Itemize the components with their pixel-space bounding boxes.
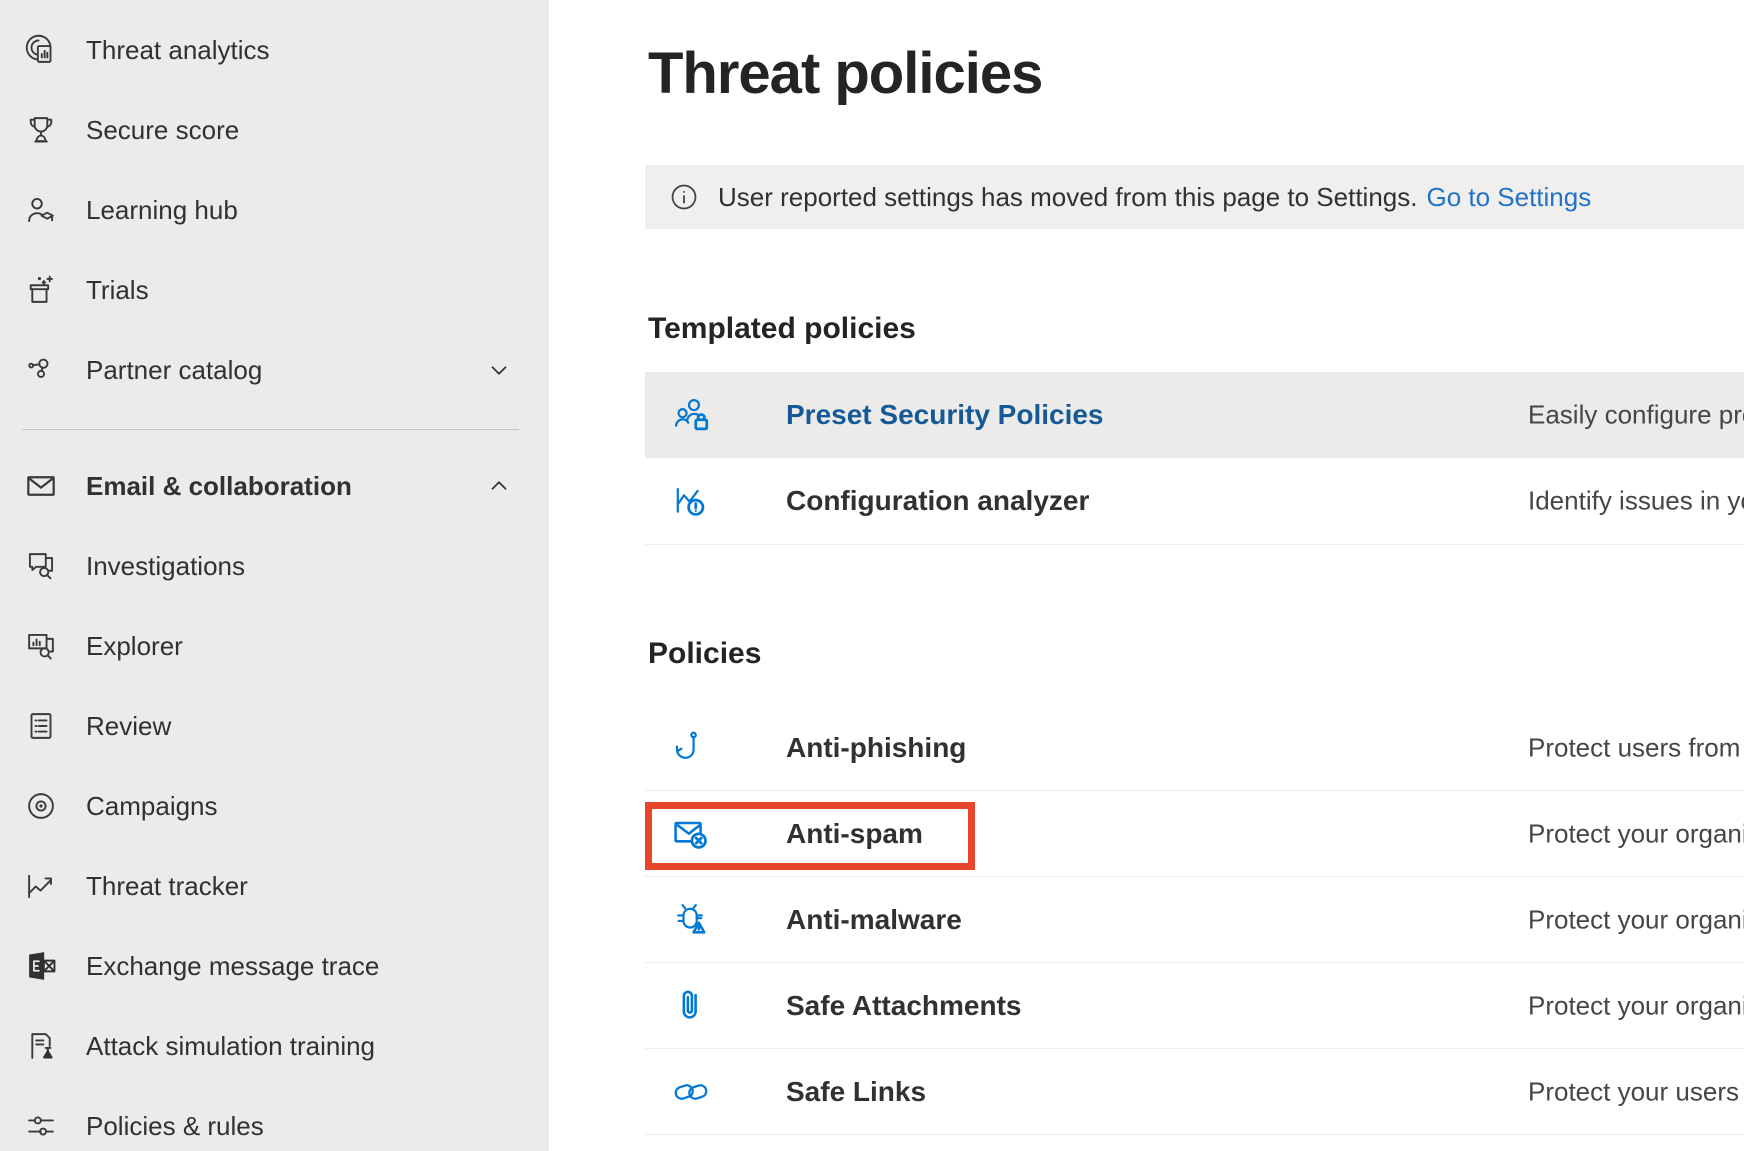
sidebar-item-partner-catalog[interactable]: Partner catalog xyxy=(0,330,549,410)
section-heading-policies: Policies xyxy=(648,637,761,671)
info-banner: User reported settings has moved from th… xyxy=(645,165,1744,229)
learning-hub-icon xyxy=(22,191,60,229)
section-heading-templated-policies: Templated policies xyxy=(648,312,916,346)
row-description: Protect your organiz xyxy=(1528,904,1744,935)
email-collaboration-icon xyxy=(22,467,60,505)
row-label[interactable]: Configuration analyzer xyxy=(786,485,1089,517)
attack-simulation-training-icon xyxy=(22,1027,60,1065)
review-icon xyxy=(22,707,60,745)
policies-list: Anti-phishing Protect users from p Anti-… xyxy=(645,705,1744,1135)
sidebar-item-exchange-message-trace[interactable]: Exchange message trace xyxy=(0,926,549,1006)
explorer-icon xyxy=(22,627,60,665)
row-description: Easily configure prot xyxy=(1528,400,1744,431)
anti-malware-icon xyxy=(668,898,714,942)
go-to-settings-link[interactable]: Go to Settings xyxy=(1426,182,1591,213)
row-label[interactable]: Anti-spam xyxy=(786,818,923,850)
row-description: Protect users from p xyxy=(1528,732,1744,763)
sidebar-item-email-collaboration[interactable]: Email & collaboration xyxy=(0,446,549,526)
chevron-up-icon[interactable] xyxy=(486,473,512,499)
anti-phishing-icon xyxy=(668,726,714,770)
sidebar-item-label: Threat tracker xyxy=(86,871,248,902)
row-safe-links[interactable]: Safe Links Protect your users fr xyxy=(645,1049,1744,1135)
sidebar-item-threat-tracker[interactable]: Threat tracker xyxy=(0,846,549,926)
sidebar-divider xyxy=(22,429,519,430)
page-title: Threat policies xyxy=(648,40,1042,107)
row-safe-attachments[interactable]: Safe Attachments Protect your organiz xyxy=(645,963,1744,1049)
exchange-message-trace-icon xyxy=(22,947,60,985)
investigations-icon xyxy=(22,547,60,585)
sidebar-item-label: Investigations xyxy=(86,551,245,582)
sidebar-item-label: Secure score xyxy=(86,115,239,146)
sidebar-item-attack-simulation-training[interactable]: Attack simulation training xyxy=(0,1006,549,1086)
sidebar-item-label: Learning hub xyxy=(86,195,238,226)
threat-tracker-icon xyxy=(22,867,60,905)
configuration-analyzer-icon xyxy=(668,479,714,523)
sidebar-item-threat-analytics[interactable]: Threat analytics xyxy=(0,10,549,90)
row-label[interactable]: Preset Security Policies xyxy=(786,399,1104,431)
threat-analytics-icon xyxy=(22,31,60,69)
main-content: Threat policies User reported settings h… xyxy=(549,0,1744,1151)
sidebar-item-explorer[interactable]: Explorer xyxy=(0,606,549,686)
row-description: Protect your organiz xyxy=(1528,990,1744,1021)
row-description: Protect your organiz xyxy=(1528,818,1744,849)
templated-policies-list: Preset Security Policies Easily configur… xyxy=(645,372,1744,545)
preset-security-policies-icon xyxy=(668,393,714,437)
sidebar-item-label: Campaigns xyxy=(86,791,218,822)
row-configuration-analyzer[interactable]: Configuration analyzer Identify issues i… xyxy=(645,458,1744,545)
info-icon xyxy=(668,181,700,213)
sidebar-item-label: Exchange message trace xyxy=(86,951,379,982)
safe-links-icon xyxy=(668,1070,714,1114)
sidebar-item-label: Explorer xyxy=(86,631,183,662)
sidebar-item-learning-hub[interactable]: Learning hub xyxy=(0,170,549,250)
row-label[interactable]: Anti-phishing xyxy=(786,732,966,764)
anti-spam-icon xyxy=(668,812,714,856)
row-anti-malware[interactable]: Anti-malware Protect your organiz xyxy=(645,877,1744,963)
sidebar-item-label: Email & collaboration xyxy=(86,471,352,502)
row-description: Identify issues in you xyxy=(1528,486,1744,517)
row-preset-security-policies[interactable]: Preset Security Policies Easily configur… xyxy=(645,372,1744,458)
sidebar-item-policies-rules[interactable]: Policies & rules xyxy=(0,1086,549,1151)
chevron-down-icon[interactable] xyxy=(486,357,512,383)
sidebar-item-investigations[interactable]: Investigations xyxy=(0,526,549,606)
sidebar-item-campaigns[interactable]: Campaigns xyxy=(0,766,549,846)
row-description: Protect your users fr xyxy=(1528,1076,1744,1107)
row-label[interactable]: Anti-malware xyxy=(786,904,962,936)
row-label[interactable]: Safe Links xyxy=(786,1076,926,1108)
sidebar-item-label: Trials xyxy=(86,275,149,306)
trials-icon xyxy=(22,271,60,309)
threat-policies-page: Threat analytics Secure score Learning h… xyxy=(0,0,1744,1151)
safe-attachments-icon xyxy=(668,984,714,1028)
sidebar-item-trials[interactable]: Trials xyxy=(0,250,549,330)
row-label[interactable]: Safe Attachments xyxy=(786,990,1021,1022)
sidebar: Threat analytics Secure score Learning h… xyxy=(0,0,549,1151)
sidebar-item-secure-score[interactable]: Secure score xyxy=(0,90,549,170)
sidebar-item-label: Attack simulation training xyxy=(86,1031,375,1062)
campaigns-icon xyxy=(22,787,60,825)
sidebar-item-label: Policies & rules xyxy=(86,1111,264,1142)
sidebar-item-review[interactable]: Review xyxy=(0,686,549,766)
row-anti-phishing[interactable]: Anti-phishing Protect users from p xyxy=(645,705,1744,791)
sidebar-item-label: Partner catalog xyxy=(86,355,262,386)
secure-score-icon xyxy=(22,111,60,149)
partner-catalog-icon xyxy=(22,351,60,389)
banner-text: User reported settings has moved from th… xyxy=(718,182,1417,213)
row-anti-spam[interactable]: Anti-spam Protect your organiz xyxy=(645,791,1744,877)
sidebar-item-label: Threat analytics xyxy=(86,35,270,66)
sidebar-item-label: Review xyxy=(86,711,171,742)
policies-rules-icon xyxy=(22,1107,60,1145)
